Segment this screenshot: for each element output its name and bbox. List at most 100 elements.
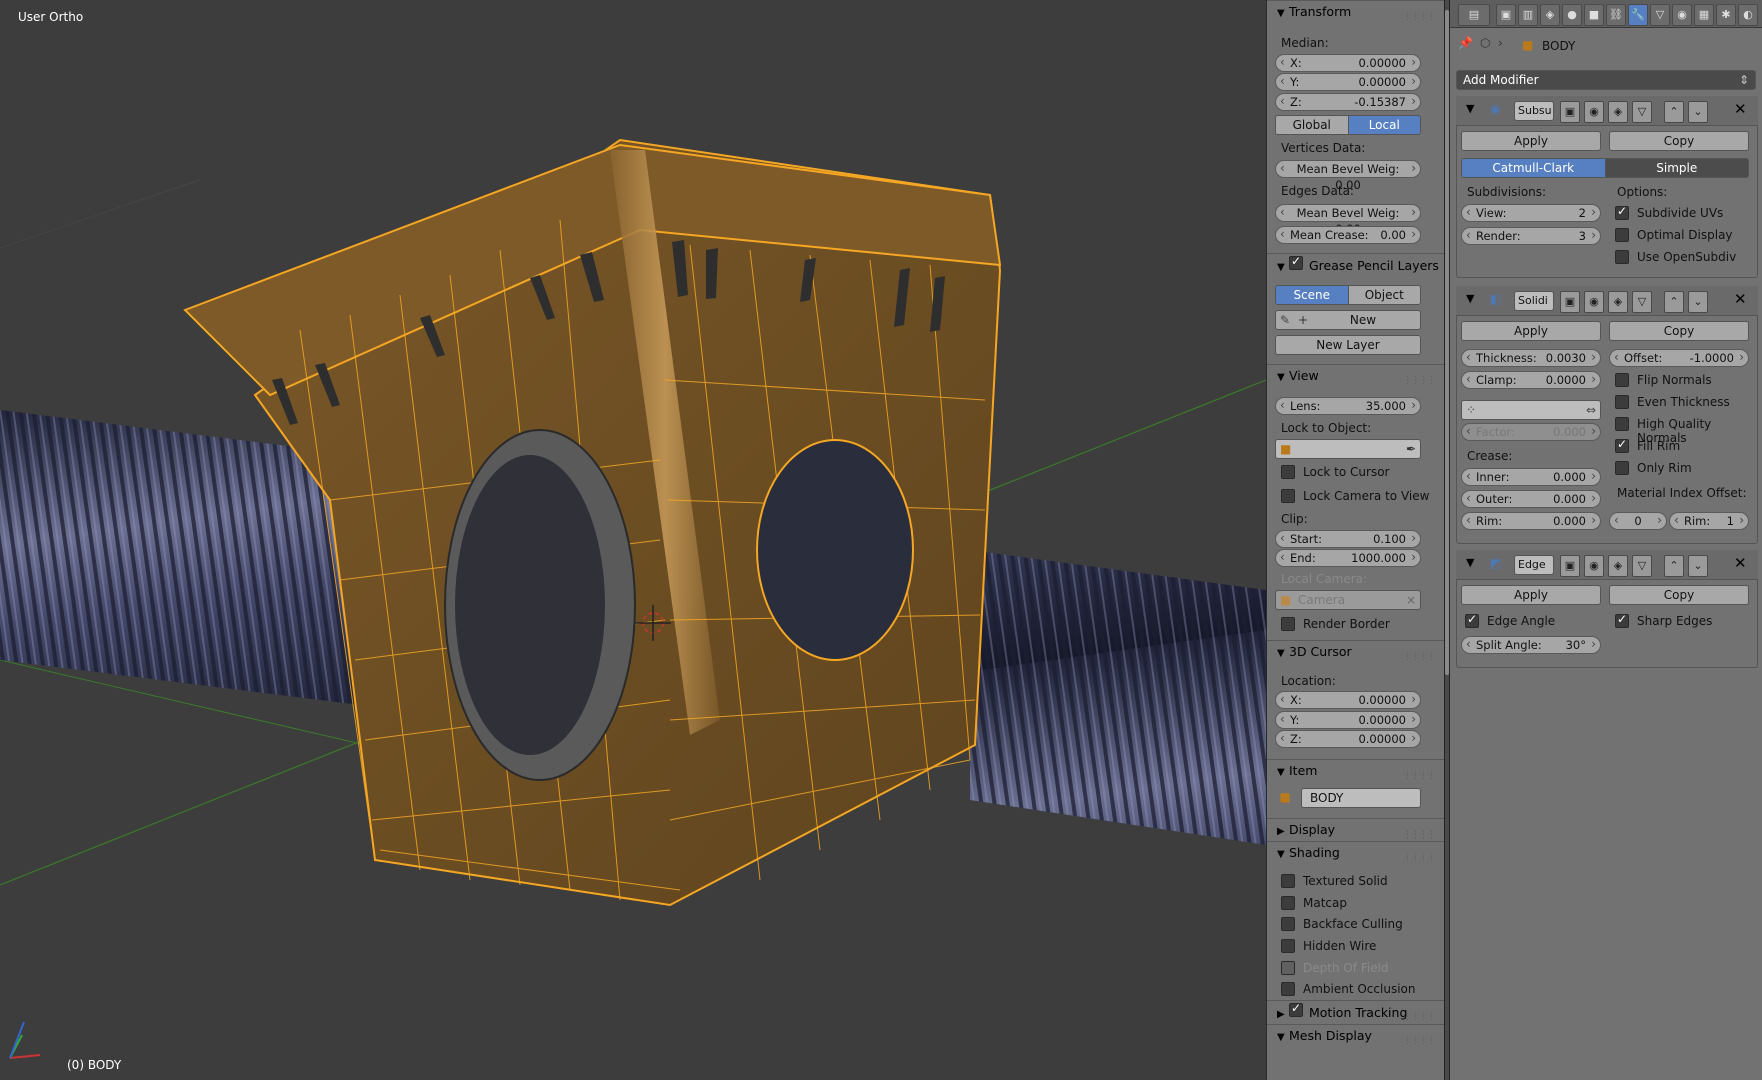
subdivision-type-toggle[interactable]: Catmull-Clark Simple <box>1461 158 1749 178</box>
material-rim-offset-field[interactable]: Rim:1 <box>1669 512 1749 530</box>
visibility-eye-icon[interactable]: ◉ <box>1584 101 1604 123</box>
split-angle-field[interactable]: Split Angle:30° <box>1461 636 1601 654</box>
subsurf-copy-button[interactable]: Copy <box>1609 131 1749 151</box>
move-down-icon[interactable]: ⌄ <box>1688 101 1708 123</box>
median-y-field[interactable]: Y:0.00000 <box>1275 73 1421 91</box>
particles-tab-icon[interactable]: ✱ <box>1716 4 1736 26</box>
physics-tab-icon[interactable]: ◐ <box>1738 4 1758 26</box>
mean-crease-field[interactable]: Mean Crease:0.00 <box>1275 226 1421 244</box>
scene-tab-icon[interactable]: ◈ <box>1540 4 1560 26</box>
constraints-tab-icon[interactable]: ⛓ <box>1606 4 1626 26</box>
hidden-wire-checkbox[interactable]: Hidden Wire <box>1281 939 1376 955</box>
lens-field[interactable]: Lens:35.000 <box>1275 397 1421 415</box>
motion-tracking-header[interactable]: ▶Motion Tracking⋮⋮⋮⋮ <box>1267 1000 1444 1022</box>
fill-rim-checkbox[interactable]: Fill Rim <box>1615 437 1680 455</box>
lock-camera-to-view-checkbox[interactable]: Lock Camera to View <box>1281 489 1429 505</box>
object-tab-icon[interactable]: ■ <box>1584 4 1604 26</box>
modifiers-tab-icon[interactable]: 🔧 <box>1628 4 1648 26</box>
material-tab-icon[interactable]: ◉ <box>1672 4 1692 26</box>
only-rim-checkbox[interactable]: Only Rim <box>1615 461 1692 477</box>
sharp-edges-checkbox[interactable]: Sharp Edges <box>1615 612 1712 630</box>
render-toggle-icon[interactable]: ▣ <box>1560 101 1580 123</box>
use-opensubdiv-checkbox[interactable]: Use OpenSubdiv <box>1615 250 1736 266</box>
ambient-occlusion-checkbox[interactable]: Ambient Occlusion <box>1281 982 1415 998</box>
cage-toggle-icon[interactable]: ▽ <box>1632 101 1652 123</box>
collapse-icon[interactable]: ▼ <box>1466 556 1474 569</box>
edge-angle-checkbox[interactable]: Edge Angle <box>1465 612 1555 630</box>
global-local-toggle[interactable]: Global Local <box>1275 115 1421 135</box>
backface-culling-checkbox[interactable]: Backface Culling <box>1281 917 1403 933</box>
close-icon[interactable]: ✕ <box>1734 100 1747 118</box>
crease-inner-field[interactable]: Inner:0.000 <box>1461 468 1601 486</box>
transform-header[interactable]: ▼ Transform ⋮⋮⋮⋮ <box>1267 0 1444 22</box>
subsurf-apply-button[interactable]: Apply <box>1461 131 1601 151</box>
clear-icon[interactable]: × <box>1406 591 1416 609</box>
solidify-copy-button[interactable]: Copy <box>1609 321 1749 341</box>
motion-tracking-checkbox[interactable] <box>1289 1001 1303 1019</box>
thickness-field[interactable]: Thickness:0.0030 <box>1461 349 1601 367</box>
matcap-checkbox[interactable]: Matcap <box>1281 896 1347 912</box>
subdivide-uvs-checkbox[interactable]: Subdivide UVs <box>1615 204 1723 222</box>
view-header[interactable]: ▼ View ⋮⋮⋮⋮ <box>1267 364 1444 386</box>
move-down-icon[interactable]: ⌄ <box>1688 291 1708 313</box>
edgesplit-apply-button[interactable]: Apply <box>1461 585 1601 605</box>
offset-field[interactable]: Offset:-1.0000 <box>1609 349 1749 367</box>
lock-to-cursor-checkbox[interactable]: Lock to Cursor <box>1281 465 1389 481</box>
crease-outer-field[interactable]: Outer:0.000 <box>1461 490 1601 508</box>
close-icon[interactable]: ✕ <box>1734 554 1747 572</box>
move-up-icon[interactable]: ⌃ <box>1664 101 1684 123</box>
render-border-checkbox[interactable]: Render Border <box>1281 617 1390 633</box>
flip-normals-checkbox[interactable]: Flip Normals <box>1615 373 1712 389</box>
cursor-y-field[interactable]: Y:0.00000 <box>1275 711 1421 729</box>
high-quality-normals-checkbox[interactable]: High Quality Normals <box>1615 417 1762 445</box>
move-up-icon[interactable]: ⌃ <box>1664 555 1684 577</box>
local-button[interactable]: Local <box>1347 116 1420 134</box>
collapse-icon[interactable]: ▼ <box>1466 292 1474 305</box>
cursor-x-field[interactable]: X:0.00000 <box>1275 691 1421 709</box>
even-thickness-checkbox[interactable]: Even Thickness <box>1615 395 1730 411</box>
new-layer-button[interactable]: New Layer <box>1275 335 1421 355</box>
render-tab-icon[interactable]: ▣ <box>1496 4 1516 26</box>
visibility-eye-icon[interactable]: ◉ <box>1584 555 1604 577</box>
grease-pencil-checkbox[interactable] <box>1289 254 1303 272</box>
item-name-field[interactable]: BODY <box>1301 788 1421 808</box>
visibility-eye-icon[interactable]: ◉ <box>1584 291 1604 313</box>
mean-bevel-vertex-field[interactable]: Mean Bevel Weig: 0.00 <box>1275 160 1421 192</box>
3d-cursor-header[interactable]: ▼ 3D Cursor ⋮⋮⋮⋮ <box>1267 640 1444 662</box>
edgesplit-name-field[interactable]: Edge <box>1514 555 1554 575</box>
mean-bevel-edge-field[interactable]: Mean Bevel Weig: 0.00 <box>1275 204 1421 236</box>
mesh-display-header[interactable]: ▼ Mesh Display ⋮⋮⋮⋮ <box>1267 1024 1444 1046</box>
render-toggle-icon[interactable]: ▣ <box>1560 291 1580 313</box>
scene-render[interactable] <box>0 0 1266 1080</box>
factor-field[interactable]: Factor:0.000 <box>1461 423 1601 441</box>
render-layers-tab-icon[interactable]: ▥ <box>1518 4 1538 26</box>
textured-solid-checkbox[interactable]: Textured Solid <box>1281 874 1388 890</box>
grease-pencil-header[interactable]: ▼Grease Pencil Layers <box>1267 253 1444 275</box>
cage-toggle-icon[interactable]: ▽ <box>1632 291 1652 313</box>
depth-of-field-checkbox[interactable]: Depth Of Field <box>1281 961 1389 977</box>
item-header[interactable]: ▼ Item ⋮⋮⋮⋮ <box>1267 759 1444 781</box>
crease-rim-field[interactable]: Rim:0.000 <box>1461 512 1601 530</box>
world-tab-icon[interactable]: ● <box>1562 4 1582 26</box>
scrollbar[interactable] <box>1445 10 1449 675</box>
display-header[interactable]: ▶ Display ⋮⋮⋮⋮ <box>1267 818 1444 840</box>
eyedropper-icon[interactable]: ✒ <box>1406 440 1416 458</box>
subsurf-view-field[interactable]: View:2 <box>1461 204 1601 222</box>
data-tab-icon[interactable]: ▽ <box>1650 4 1670 26</box>
catmull-clark-button[interactable]: Catmull-Clark <box>1462 159 1605 177</box>
editor-type-icon[interactable]: ▤ <box>1458 4 1490 26</box>
editmode-toggle-icon[interactable]: ◈ <box>1608 291 1628 313</box>
new-grease-pencil-button[interactable]: ✎ + New <box>1275 310 1421 330</box>
texture-tab-icon[interactable]: ▦ <box>1694 4 1714 26</box>
pin-icon[interactable]: 📌 <box>1458 36 1473 50</box>
move-up-icon[interactable]: ⌃ <box>1664 291 1684 313</box>
close-icon[interactable]: ✕ <box>1734 290 1747 308</box>
clip-end-field[interactable]: End:1000.000 <box>1275 549 1421 567</box>
cage-toggle-icon[interactable]: ▽ <box>1632 555 1652 577</box>
median-z-field[interactable]: Z:-0.15387 <box>1275 93 1421 111</box>
clamp-field[interactable]: Clamp:0.0000 <box>1461 371 1601 389</box>
grease-pencil-source-toggle[interactable]: Scene Object <box>1275 285 1421 305</box>
3d-viewport[interactable]: User Ortho (0) BODY <box>0 0 1266 1080</box>
local-camera-field[interactable]: ■ Camera × <box>1275 590 1421 610</box>
editmode-toggle-icon[interactable]: ◈ <box>1608 101 1628 123</box>
